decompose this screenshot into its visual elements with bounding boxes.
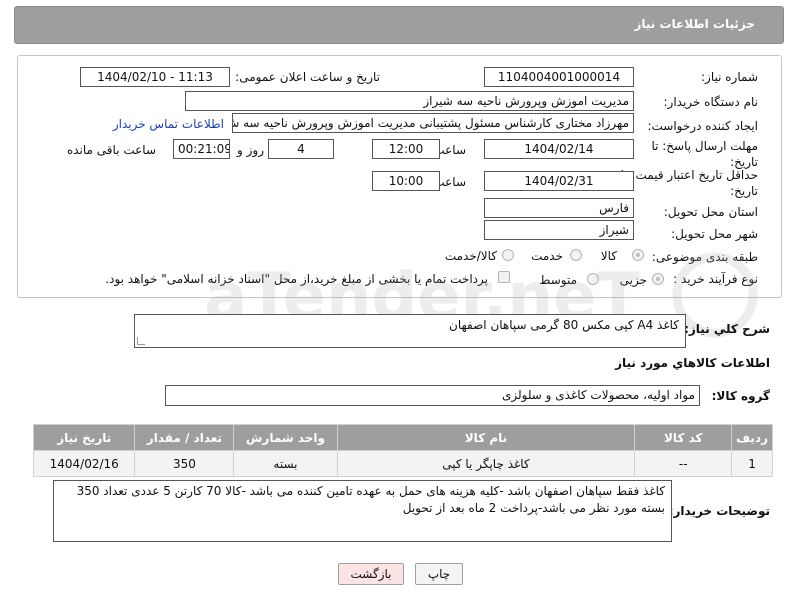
- col-unit: واحد شمارش: [233, 424, 338, 451]
- category-option-goods: کالا: [600, 249, 617, 263]
- price-validity-date-field: 1404/02/31: [484, 171, 634, 191]
- category-label: طبقه بندی موضوعی:: [651, 250, 758, 264]
- cell-name: کاغذ چاپگر یا کپی: [336, 450, 636, 477]
- back-button[interactable]: بازگشت: [338, 563, 404, 585]
- buyer-contact-link[interactable]: اطلاعات تماس خریدار: [113, 117, 224, 131]
- buyer-org-field: مدیریت اموزش وپرورش ناحیه سه شیراز: [185, 91, 634, 111]
- summary-text: کاغذ A4 کپی مکس 80 گرمی سپاهان اصفهان: [449, 318, 679, 332]
- summary-textarea[interactable]: کاغذ A4 کپی مکس 80 گرمی سپاهان اصفهان: [134, 314, 686, 348]
- category-radio-goods-service[interactable]: [502, 249, 514, 261]
- province-label: استان محل تحویل:: [663, 205, 758, 219]
- col-row: ردیف: [731, 424, 773, 451]
- days-field: 4: [268, 139, 334, 159]
- city-label: شهر محل تحویل:: [671, 227, 758, 241]
- resize-grip-icon[interactable]: [137, 337, 145, 345]
- days-label: روز و: [237, 143, 264, 157]
- buyer-notes-text: کاغذ فقط سپاهان اصفهان باشد -کلیه هزینه …: [76, 484, 665, 515]
- goods-table: ردیف کد کالا نام کالا واحد شمارش تعداد /…: [32, 424, 773, 477]
- treasury-payment-checkbox[interactable]: [498, 271, 510, 283]
- announce-datetime-field: 1404/02/10 - 11:13: [80, 67, 230, 87]
- province-field: فارس: [484, 198, 634, 218]
- buyer-notes-label: توضیحات خریدار:: [668, 504, 770, 518]
- cell-code: --: [634, 450, 733, 477]
- col-date: تاریخ نیاز: [32, 424, 136, 451]
- table-row[interactable]: 1 -- کاغذ چاپگر یا کپی بسته 350 1404/02/…: [32, 450, 773, 477]
- treasury-payment-note: پرداخت تمام یا بخشی از مبلغ خرید،از محل …: [105, 272, 488, 286]
- goods-group-field: مواد اولیه، محصولات کاغذی و سلولزی: [165, 385, 700, 406]
- goods-table-header: ردیف کد کالا نام کالا واحد شمارش تعداد /…: [32, 424, 773, 451]
- cell-unit: بسته: [233, 450, 338, 477]
- remaining-time-field: 00:21:09: [173, 139, 230, 159]
- buyer-notes-textarea[interactable]: کاغذ فقط سپاهان اصفهان باشد -کلیه هزینه …: [53, 480, 672, 542]
- need-number-label: شماره نیاز:: [701, 70, 758, 84]
- need-number-field: 1104004001000014: [484, 67, 634, 87]
- category-option-goods-service: کالا/خدمت: [444, 249, 497, 263]
- process-label: نوع فرآیند خرید :: [673, 272, 758, 286]
- remaining-label: ساعت باقی مانده: [66, 143, 156, 157]
- announce-label: تاریخ و ساعت اعلان عمومی:: [235, 70, 380, 84]
- cell-row: 1: [731, 450, 773, 477]
- panel-header: جزئیات اطلاعات نیاز: [14, 6, 784, 44]
- category-option-service: خدمت: [531, 249, 563, 263]
- category-radio-goods[interactable]: [632, 249, 644, 261]
- category-radio-service[interactable]: [570, 249, 582, 261]
- city-field: شیراز: [484, 220, 634, 240]
- page-title: جزئیات اطلاعات نیاز: [634, 17, 755, 31]
- col-name: نام کالا: [336, 424, 636, 451]
- process-radio-minor[interactable]: [652, 273, 664, 285]
- deadline-date-field: 1404/02/14: [484, 139, 634, 159]
- goods-section-title: اطلاعات کالاهاي مورد نياز: [615, 356, 770, 370]
- deadline-time-field: 12:00: [372, 139, 440, 159]
- cell-date: 1404/02/16: [32, 450, 136, 477]
- price-validity-time-field: 10:00: [372, 171, 440, 191]
- process-option-minor: جزیی: [619, 273, 647, 287]
- col-qty: تعداد / مقدار: [134, 424, 235, 451]
- price-validity-label: حداقل تاریخ اعتبار قیمت: تا تاریخ:: [620, 168, 758, 198]
- print-button[interactable]: چاپ: [415, 563, 463, 585]
- process-option-medium: متوسط: [539, 273, 577, 287]
- goods-group-label: گروه کالا:: [711, 389, 770, 403]
- process-radio-medium[interactable]: [587, 273, 599, 285]
- deadline-label: مهلت ارسال پاسخ: تا تاریخ:: [651, 139, 758, 169]
- creator-label: ایجاد کننده درخواست:: [647, 119, 758, 133]
- col-code: کد کالا: [634, 424, 733, 451]
- buyer-org-label: نام دستگاه خریدار:: [663, 95, 759, 109]
- creator-field: مهرزاد مختاری کارشناس مسئول پشتیبانی مدی…: [232, 113, 634, 133]
- cell-qty: 350: [134, 450, 235, 477]
- summary-label: شرح کلي نياز:: [684, 322, 770, 336]
